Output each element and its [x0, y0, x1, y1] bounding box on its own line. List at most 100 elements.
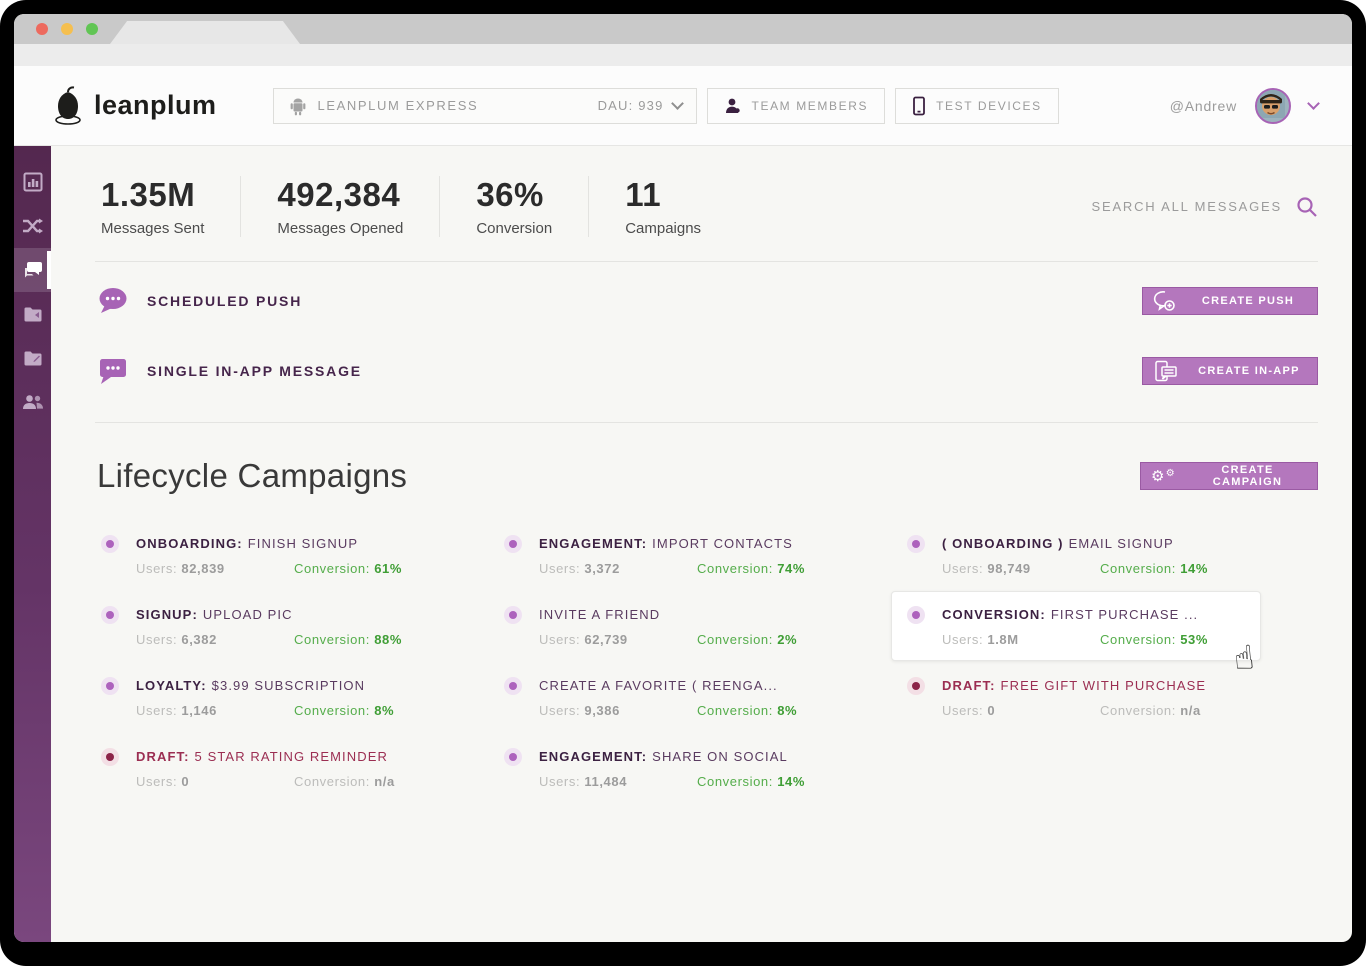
campaign-prefix: ( ONBOARDING )	[942, 536, 1064, 551]
campaign-item-draft[interactable]: DRAFT: 5 STAR RATING REMINDER Users: 0 Co…	[101, 748, 436, 789]
campaign-title: SHARE ON SOCIAL	[652, 749, 788, 764]
browser-titlebar	[14, 14, 1352, 44]
plum-icon	[54, 85, 86, 126]
folder-icon	[23, 306, 43, 323]
status-dot-active	[504, 606, 522, 624]
create-in-app-button[interactable]: CREATE IN-APP	[1142, 357, 1318, 385]
app-selector[interactable]: LEANPLUM EXPRESS DAU: 939	[272, 87, 697, 124]
status-dot-active	[504, 748, 522, 766]
campaign-item-hovered[interactable]: CONVERSION: FIRST PURCHASE ... Users: 1.8…	[891, 591, 1261, 678]
browser-window: leanplum LEANPLUM EXPRESS DAU: 939 TEAM …	[14, 14, 1352, 942]
team-members-label: TEAM MEMBERS	[751, 98, 869, 113]
create-in-app-label: CREATE IN-APP	[1198, 365, 1300, 377]
sidebar-item-folder-top[interactable]	[14, 292, 51, 336]
create-campaign-button[interactable]: ⚙ ⚙ CREATE CAMPAIGN	[1140, 462, 1318, 490]
campaign-conversion: Conversion: 14%	[1100, 561, 1209, 576]
campaign-users: Users: 98,749	[942, 561, 1031, 576]
campaign-users: Users: 3,372	[539, 561, 620, 576]
search-label: SEARCH ALL MESSAGES	[1091, 199, 1282, 214]
status-dot-active	[504, 677, 522, 695]
campaign-title: FREE GIFT WITH PURCHASE	[1000, 678, 1207, 693]
dau-value: DAU: 939	[597, 98, 664, 113]
campaign-conversion: Conversion: n/a	[1100, 703, 1201, 718]
campaign-title: IMPORT CONTACTS	[652, 536, 793, 551]
dau-dropdown[interactable]: DAU: 939	[597, 97, 684, 113]
in-app-phone-icon	[1153, 360, 1179, 382]
app-name: LEANPLUM EXPRESS	[317, 98, 479, 113]
bar-chart-icon	[23, 172, 43, 192]
search-icon	[1296, 196, 1318, 218]
campaign-prefix: CONVERSION:	[942, 607, 1046, 622]
scheduled-push-row: SCHEDULED PUSH CREATE PUSH	[51, 262, 1352, 340]
campaign-users: Users: 1,146	[136, 703, 217, 718]
campaign-title: EMAIL SIGNUP	[1068, 536, 1174, 551]
lifecycle-title: Lifecycle Campaigns	[97, 457, 408, 494]
stat-label: Messages Sent	[101, 220, 205, 237]
shuffle-icon	[22, 217, 44, 235]
stat-messages-sent: 1.35M Messages Sent	[101, 176, 242, 237]
search-all-messages[interactable]: SEARCH ALL MESSAGES	[1092, 196, 1319, 218]
campaign-item[interactable]: SIGNUP: UPLOAD PIC Users: 6,382 Conversio…	[101, 606, 436, 647]
campaign-item-draft[interactable]: DRAFT: FREE GIFT WITH PURCHASE Users: 0 C…	[907, 677, 1242, 718]
zoom-button[interactable]	[86, 23, 98, 35]
close-button[interactable]	[36, 23, 48, 35]
campaign-conversion: Conversion: n/a	[294, 774, 395, 789]
campaign-conversion: Conversion: 2%	[697, 632, 798, 647]
sidebar-item-analytics[interactable]	[14, 160, 51, 204]
main-content: 1.35M Messages Sent 492,384 Messages Ope…	[51, 146, 1352, 942]
campaign-prefix: DRAFT:	[136, 749, 190, 764]
campaign-users: Users: 0	[942, 703, 996, 718]
sidebar-item-messaging[interactable]	[14, 248, 51, 292]
campaign-conversion: Conversion: 61%	[294, 561, 403, 576]
campaign-users: Users: 0	[136, 774, 190, 789]
campaign-users: Users: 82,839	[136, 561, 225, 576]
app-header: leanplum LEANPLUM EXPRESS DAU: 939 TEAM …	[14, 66, 1352, 146]
browser-toolbar	[14, 44, 1352, 66]
lifecycle-header: Lifecycle Campaigns ⚙ ⚙ CREATE CAMPAIGN	[51, 423, 1352, 501]
campaign-title: INVITE A FRIEND	[539, 607, 661, 622]
campaign-item[interactable]: INVITE A FRIEND Users: 62,739 Conversion…	[504, 606, 839, 647]
stat-value: 1.35M	[101, 176, 196, 213]
campaign-prefix: ENGAGEMENT:	[539, 749, 648, 764]
leanplum-logo[interactable]: leanplum	[54, 85, 217, 126]
single-in-app-label: SINGLE IN-APP MESSAGE	[147, 363, 362, 379]
test-devices-button[interactable]: TEST DEVICES	[895, 87, 1059, 124]
campaign-item[interactable]: LOYALTY: $3.99 SUBSCRIPTION Users: 1,146 …	[101, 677, 436, 718]
campaign-conversion: Conversion: 8%	[697, 703, 798, 718]
campaign-item[interactable]: ENGAGEMENT: IMPORT CONTACTS Users: 3,372 …	[504, 535, 839, 576]
team-members-button[interactable]: TEAM MEMBERS	[706, 87, 886, 124]
chevron-down-icon[interactable]	[1307, 97, 1320, 110]
minimize-button[interactable]	[61, 23, 73, 35]
campaign-title: 5 STAR RATING REMINDER	[194, 749, 389, 764]
campaign-conversion: Conversion: 14%	[697, 774, 806, 789]
campaign-conversion: Conversion: 53%	[1100, 632, 1209, 647]
push-plus-icon	[1153, 290, 1177, 312]
stat-label: Messages Opened	[277, 220, 404, 237]
campaign-column-1: ONBOARDING: FINISH SIGNUP Users: 82,839 C…	[101, 535, 436, 789]
sidebar-item-folder-bottom[interactable]	[14, 336, 51, 380]
campaign-column-2: ENGAGEMENT: IMPORT CONTACTS Users: 3,372 …	[504, 535, 839, 789]
chat-icon	[23, 260, 43, 280]
device-frame: leanplum LEANPLUM EXPRESS DAU: 939 TEAM …	[0, 0, 1366, 966]
status-dot-active	[101, 677, 119, 695]
status-dot-draft	[101, 748, 119, 766]
create-push-label: CREATE PUSH	[1201, 295, 1295, 307]
campaign-item[interactable]: ( ONBOARDING ) EMAIL SIGNUP Users: 98,749…	[907, 535, 1242, 576]
campaign-item[interactable]: CREATE A FAVORITE ( REENGA... Users: 9,3…	[504, 677, 839, 718]
stats-row: 1.35M Messages Sent 492,384 Messages Ope…	[51, 146, 1352, 261]
avatar[interactable]	[1255, 87, 1291, 124]
user-handle: @Andrew	[1169, 97, 1237, 114]
create-push-button[interactable]: CREATE PUSH	[1142, 287, 1318, 315]
sidebar-item-ab-tests[interactable]	[14, 204, 51, 248]
campaign-item[interactable]: ONBOARDING: FINISH SIGNUP Users: 82,839 C…	[101, 535, 436, 576]
logo-text: leanplum	[94, 90, 217, 120]
person-icon	[724, 97, 742, 115]
browser-tab[interactable]	[110, 21, 300, 44]
campaign-item[interactable]: ENGAGEMENT: SHARE ON SOCIAL Users: 11,484…	[504, 748, 839, 789]
stat-value: 11	[625, 176, 662, 213]
chat-bubble-square-icon	[97, 356, 129, 386]
single-in-app-row: SINGLE IN-APP MESSAGE CREATE IN-APP	[51, 340, 1352, 410]
status-dot-active	[504, 535, 522, 553]
sidebar-item-audiences[interactable]	[14, 380, 51, 424]
status-dot-active	[907, 606, 925, 624]
